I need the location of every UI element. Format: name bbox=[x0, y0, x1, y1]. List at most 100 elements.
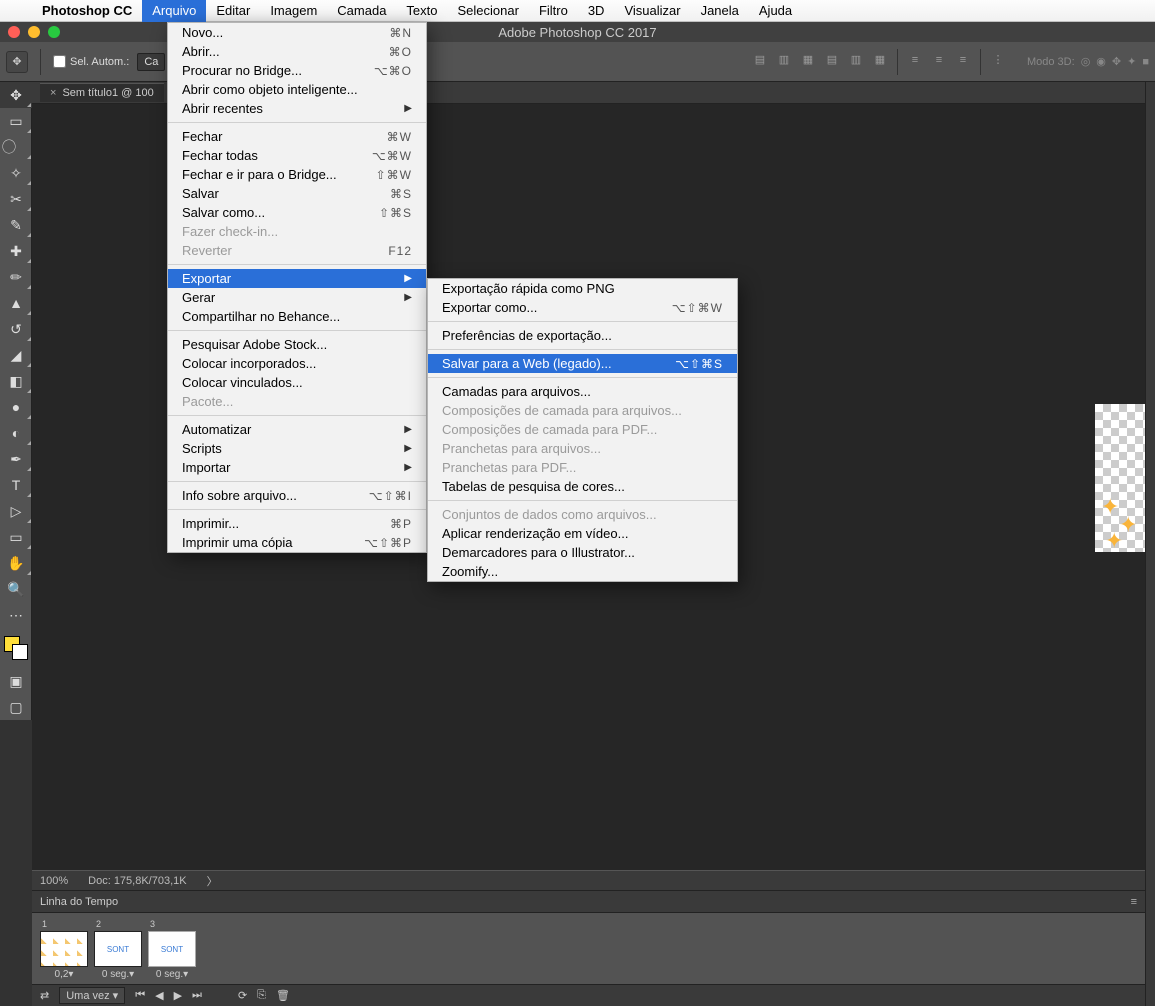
blur-tool[interactable]: ● bbox=[0, 394, 32, 420]
first-frame-button[interactable]: ⏮ bbox=[135, 989, 145, 1002]
history-brush-tool[interactable]: ↺ bbox=[0, 316, 32, 342]
exportar-item[interactable]: Salvar para a Web (legado)...⌥⇧⌘S bbox=[428, 354, 737, 373]
background-color[interactable] bbox=[12, 644, 28, 660]
arquivo-item[interactable]: Colocar vinculados... bbox=[168, 373, 426, 392]
timeline-frame[interactable]: 10,2▾ bbox=[40, 919, 88, 980]
3d-orbit-icon[interactable]: ◎ bbox=[1081, 55, 1091, 68]
next-frame-button[interactable]: ⏭ bbox=[192, 989, 202, 1002]
move-tool[interactable]: ✥ bbox=[0, 82, 32, 108]
menubar-item-janela[interactable]: Janela bbox=[691, 0, 749, 22]
distribute-2-icon[interactable]: ≡ bbox=[928, 49, 950, 71]
arquivo-item[interactable]: Novo...⌘N bbox=[168, 23, 426, 42]
path-select-tool[interactable]: ▷ bbox=[0, 498, 32, 524]
menubar-item-editar[interactable]: Editar bbox=[206, 0, 260, 22]
app-name[interactable]: Photoshop CC bbox=[32, 3, 142, 18]
arquivo-item[interactable]: Salvar⌘S bbox=[168, 184, 426, 203]
arquivo-item[interactable]: Abrir recentes▶ bbox=[168, 99, 426, 118]
arquivo-item[interactable]: Gerar▶ bbox=[168, 288, 426, 307]
arquivo-item[interactable]: Automatizar▶ bbox=[168, 420, 426, 439]
auto-select-dropdown[interactable]: Ca bbox=[137, 53, 165, 71]
exportar-item[interactable]: Demarcadores para o Illustrator... bbox=[428, 543, 737, 562]
status-arrow-icon[interactable]: 〉 bbox=[207, 873, 218, 889]
menubar-item-arquivo[interactable]: Arquivo bbox=[142, 0, 206, 22]
foreground-background-colors[interactable] bbox=[0, 634, 31, 668]
document-tab[interactable]: × Sem título1 @ 100 bbox=[40, 83, 164, 102]
zoom-tool[interactable]: 🔍 bbox=[0, 576, 32, 602]
arquivo-item[interactable]: Salvar como...⇧⌘S bbox=[168, 203, 426, 222]
exportar-item[interactable]: Exportação rápida como PNG bbox=[428, 279, 737, 298]
zoom-level[interactable]: 100% bbox=[40, 875, 68, 887]
menubar-item-ajuda[interactable]: Ajuda bbox=[749, 0, 802, 22]
delete-frame-button[interactable]: 🗑 bbox=[276, 989, 290, 1002]
lasso-tool[interactable]: ⃝ bbox=[0, 134, 32, 160]
arquivo-item[interactable]: Importar▶ bbox=[168, 458, 426, 477]
3d-pan-icon[interactable]: ✥ bbox=[1112, 55, 1121, 68]
menubar-item-visualizar[interactable]: Visualizar bbox=[614, 0, 690, 22]
align-center-h-icon[interactable]: ▥ bbox=[773, 49, 795, 71]
3d-camera-icon[interactable]: ■ bbox=[1142, 56, 1149, 68]
menubar-item-selecionar[interactable]: Selecionar bbox=[448, 0, 529, 22]
shape-tool[interactable]: ▭ bbox=[0, 524, 32, 550]
arquivo-item[interactable]: Compartilhar no Behance... bbox=[168, 307, 426, 326]
arquivo-item[interactable]: Abrir...⌘O bbox=[168, 42, 426, 61]
arquivo-item[interactable]: Colocar incorporados... bbox=[168, 354, 426, 373]
pen-tool[interactable]: ✒ bbox=[0, 446, 32, 472]
document-size[interactable]: Doc: 175,8K/703,1K bbox=[88, 875, 186, 887]
crop-tool[interactable]: ✂ bbox=[0, 186, 32, 212]
3d-slide-icon[interactable]: ✦ bbox=[1127, 55, 1136, 68]
gradient-tool[interactable]: ◧ bbox=[0, 368, 32, 394]
clone-tool[interactable]: ▲ bbox=[0, 290, 32, 316]
arquivo-item[interactable]: Abrir como objeto inteligente... bbox=[168, 80, 426, 99]
edit-toolbar[interactable]: ⋯ bbox=[0, 602, 32, 628]
frame-duration[interactable]: 0,2▾ bbox=[55, 969, 74, 980]
window-minimize-button[interactable] bbox=[28, 26, 40, 38]
screen-mode-toggle[interactable]: ▢ bbox=[0, 694, 32, 720]
align-top-icon[interactable]: ▤ bbox=[821, 49, 843, 71]
exportar-item[interactable]: Tabelas de pesquisa de cores... bbox=[428, 477, 737, 496]
timeline-frame[interactable]: 2SONT0 seg.▾ bbox=[94, 919, 142, 980]
type-tool[interactable]: T bbox=[0, 472, 32, 498]
exportar-item[interactable]: Aplicar renderização em vídeo... bbox=[428, 524, 737, 543]
align-middle-icon[interactable]: ▥ bbox=[845, 49, 867, 71]
right-panel-collapsed[interactable] bbox=[1145, 82, 1155, 1006]
exportar-item[interactable]: Zoomify... bbox=[428, 562, 737, 581]
arquivo-item[interactable]: Info sobre arquivo...⌥⇧⌘I bbox=[168, 486, 426, 505]
arquivo-item[interactable]: Imprimir uma cópia⌥⇧⌘P bbox=[168, 533, 426, 552]
distribute-3-icon[interactable]: ≡ bbox=[952, 49, 974, 71]
duplicate-frame-button[interactable]: ⎘ bbox=[257, 989, 266, 1002]
exportar-item[interactable]: Camadas para arquivos... bbox=[428, 382, 737, 401]
magic-wand-tool[interactable]: ✧ bbox=[0, 160, 32, 186]
eyedropper-tool[interactable]: ✎ bbox=[0, 212, 32, 238]
prev-frame-button[interactable]: ◀ bbox=[155, 989, 163, 1002]
frame-duration[interactable]: 0 seg.▾ bbox=[102, 969, 134, 980]
align-left-icon[interactable]: ▤ bbox=[749, 49, 771, 71]
3d-roll-icon[interactable]: ◉ bbox=[1096, 55, 1106, 68]
arquivo-item[interactable]: Procurar no Bridge...⌥⌘O bbox=[168, 61, 426, 80]
menubar-item-filtro[interactable]: Filtro bbox=[529, 0, 578, 22]
arquivo-item[interactable]: Fechar todas⌥⌘W bbox=[168, 146, 426, 165]
arquivo-item[interactable]: Pesquisar Adobe Stock... bbox=[168, 335, 426, 354]
arquivo-item[interactable]: Fechar⌘W bbox=[168, 127, 426, 146]
frame-duration[interactable]: 0 seg.▾ bbox=[156, 969, 188, 980]
convert-timeline-icon[interactable]: ⇄ bbox=[40, 989, 49, 1002]
timeline-frame[interactable]: 3SONT0 seg.▾ bbox=[148, 919, 196, 980]
menubar-item-imagem[interactable]: Imagem bbox=[260, 0, 327, 22]
menubar-item-texto[interactable]: Texto bbox=[396, 0, 447, 22]
play-button[interactable]: ▶ bbox=[174, 989, 182, 1002]
distribute-1-icon[interactable]: ≡ bbox=[904, 49, 926, 71]
distribute-4-icon[interactable]: ⋮ bbox=[987, 49, 1009, 71]
dodge-tool[interactable]: ◐ bbox=[0, 420, 32, 446]
menubar-item-3d[interactable]: 3D bbox=[578, 0, 615, 22]
marquee-tool[interactable]: ▭ bbox=[0, 108, 32, 134]
auto-select-checkbox[interactable]: Sel. Autom.: bbox=[53, 55, 129, 68]
align-bottom-icon[interactable]: ▦ bbox=[869, 49, 891, 71]
menubar-item-camada[interactable]: Camada bbox=[327, 0, 396, 22]
window-maximize-button[interactable] bbox=[48, 26, 60, 38]
window-close-button[interactable] bbox=[8, 26, 20, 38]
tween-button[interactable]: ⟳ bbox=[238, 989, 247, 1002]
exportar-item[interactable]: Preferências de exportação... bbox=[428, 326, 737, 345]
healing-tool[interactable]: ✚ bbox=[0, 238, 32, 264]
exportar-item[interactable]: Exportar como...⌥⇧⌘W bbox=[428, 298, 737, 317]
panel-menu-icon[interactable]: ≡ bbox=[1131, 896, 1137, 908]
close-tab-icon[interactable]: × bbox=[50, 87, 56, 99]
